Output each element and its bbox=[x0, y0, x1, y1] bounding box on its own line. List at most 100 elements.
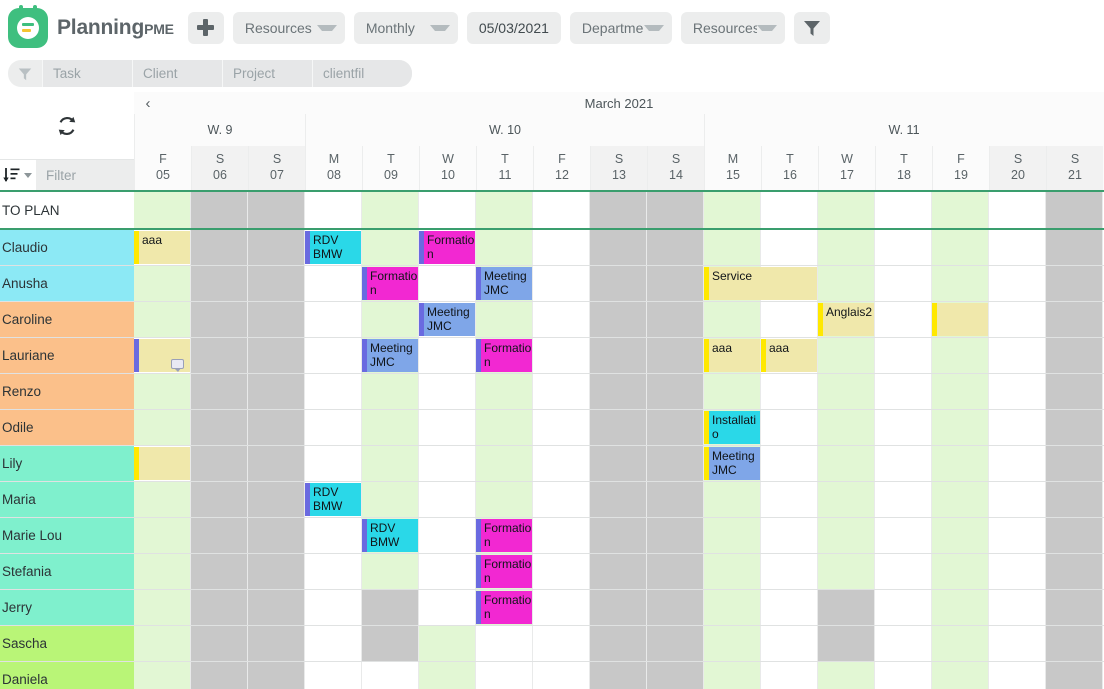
prev-period-button[interactable]: ‹ bbox=[134, 92, 162, 114]
event-block[interactable]: Installatio bbox=[704, 411, 760, 444]
filter-field-project[interactable]: Project bbox=[222, 60, 312, 87]
day-header-21[interactable]: S 21 bbox=[1046, 146, 1103, 190]
schedule-cell[interactable] bbox=[476, 626, 533, 661]
schedule-cell[interactable] bbox=[989, 266, 1046, 301]
schedule-cell[interactable] bbox=[419, 374, 476, 409]
schedule-cell[interactable] bbox=[134, 410, 191, 445]
schedule-cell[interactable] bbox=[647, 554, 704, 589]
resource-row-to-plan[interactable]: TO PLAN bbox=[0, 192, 134, 230]
resource-row-lily[interactable]: Lily bbox=[0, 446, 134, 482]
schedule-cell[interactable] bbox=[134, 302, 191, 337]
schedule-cell[interactable] bbox=[191, 302, 248, 337]
schedule-cell[interactable] bbox=[248, 482, 305, 517]
event-block[interactable]: Anglais2 bbox=[818, 303, 874, 336]
schedule-cell[interactable] bbox=[419, 518, 476, 553]
resource-row-daniela[interactable]: Daniela bbox=[0, 662, 134, 689]
schedule-cell[interactable] bbox=[134, 374, 191, 409]
schedule-cell[interactable] bbox=[761, 590, 818, 625]
filter-field-task[interactable]: Task bbox=[42, 60, 132, 87]
schedule-cell[interactable] bbox=[875, 266, 932, 301]
resource-row-stefania[interactable]: Stefania bbox=[0, 554, 134, 590]
schedule-cell[interactable] bbox=[875, 410, 932, 445]
schedule-cell[interactable] bbox=[419, 410, 476, 445]
schedule-cell[interactable] bbox=[362, 554, 419, 589]
schedule-cell[interactable] bbox=[647, 302, 704, 337]
schedule-cell[interactable] bbox=[761, 446, 818, 481]
schedule-cell[interactable] bbox=[305, 302, 362, 337]
schedule-cell[interactable] bbox=[191, 446, 248, 481]
schedule-cell[interactable] bbox=[191, 590, 248, 625]
filter-button[interactable] bbox=[793, 11, 830, 44]
schedule-cell[interactable] bbox=[647, 374, 704, 409]
schedule-cell[interactable] bbox=[704, 554, 761, 589]
schedule-cell[interactable] bbox=[419, 626, 476, 661]
schedule-cell[interactable] bbox=[590, 590, 647, 625]
schedule-cell[interactable] bbox=[248, 554, 305, 589]
schedule-cell[interactable] bbox=[362, 482, 419, 517]
filter-field-client[interactable]: Client bbox=[132, 60, 222, 87]
schedule-cell[interactable] bbox=[476, 374, 533, 409]
schedule-cell[interactable] bbox=[419, 554, 476, 589]
schedule-cell[interactable] bbox=[305, 662, 362, 689]
schedule-cell[interactable] bbox=[590, 626, 647, 661]
event-block[interactable]: aaa bbox=[761, 339, 817, 372]
schedule-cell[interactable] bbox=[419, 482, 476, 517]
event-block[interactable] bbox=[134, 339, 190, 372]
schedule-cell[interactable] bbox=[647, 518, 704, 553]
schedule-cell[interactable] bbox=[989, 192, 1046, 228]
schedule-cell[interactable] bbox=[1046, 590, 1103, 625]
schedule-cell[interactable] bbox=[875, 338, 932, 373]
schedule-cell[interactable] bbox=[590, 192, 647, 228]
schedule-cell[interactable] bbox=[818, 338, 875, 373]
schedule-cell[interactable] bbox=[647, 590, 704, 625]
day-header-19[interactable]: F 19 bbox=[932, 146, 989, 190]
schedule-cell[interactable] bbox=[590, 518, 647, 553]
refresh-button[interactable] bbox=[0, 92, 134, 160]
schedule-cell[interactable] bbox=[818, 230, 875, 265]
schedule-cell[interactable] bbox=[590, 374, 647, 409]
schedule-cell[interactable] bbox=[305, 374, 362, 409]
date-input[interactable]: 05/03/2021 bbox=[466, 11, 561, 44]
schedule-cell[interactable] bbox=[818, 192, 875, 228]
schedule-cell[interactable] bbox=[989, 338, 1046, 373]
event-block[interactable] bbox=[134, 447, 190, 480]
day-header-10[interactable]: W 10 bbox=[419, 146, 476, 190]
schedule-cell[interactable] bbox=[761, 518, 818, 553]
schedule-cell[interactable] bbox=[533, 192, 590, 228]
schedule-cell[interactable] bbox=[590, 662, 647, 689]
schedule-cell[interactable] bbox=[248, 446, 305, 481]
schedule-cell[interactable] bbox=[1046, 266, 1103, 301]
schedule-cell[interactable] bbox=[362, 302, 419, 337]
schedule-cell[interactable] bbox=[191, 482, 248, 517]
resource-row-marie-lou[interactable]: Marie Lou bbox=[0, 518, 134, 554]
schedule-cell[interactable] bbox=[305, 338, 362, 373]
schedule-cell[interactable] bbox=[818, 482, 875, 517]
schedule-cell[interactable] bbox=[761, 374, 818, 409]
schedule-cell[interactable] bbox=[932, 266, 989, 301]
schedule-cell[interactable] bbox=[1046, 518, 1103, 553]
schedule-cell[interactable] bbox=[533, 374, 590, 409]
schedule-cell[interactable] bbox=[248, 626, 305, 661]
schedule-cell[interactable] bbox=[362, 590, 419, 625]
schedule-cell[interactable] bbox=[647, 626, 704, 661]
schedule-cell[interactable] bbox=[818, 266, 875, 301]
schedule-cell[interactable] bbox=[932, 446, 989, 481]
schedule-cell[interactable] bbox=[647, 230, 704, 265]
schedule-cell[interactable] bbox=[305, 266, 362, 301]
schedule-cell[interactable] bbox=[533, 230, 590, 265]
schedule-cell[interactable] bbox=[932, 590, 989, 625]
resource-row-odile[interactable]: Odile bbox=[0, 410, 134, 446]
event-block[interactable]: RDV BMW bbox=[305, 483, 361, 516]
schedule-cell[interactable] bbox=[305, 410, 362, 445]
schedule-cell[interactable] bbox=[191, 266, 248, 301]
resource-row-lauriane[interactable]: Lauriane bbox=[0, 338, 134, 374]
schedule-cell[interactable] bbox=[476, 410, 533, 445]
schedule-cell[interactable] bbox=[191, 554, 248, 589]
schedule-cell[interactable] bbox=[932, 192, 989, 228]
schedule-cell[interactable] bbox=[647, 192, 704, 228]
resource-row-caroline[interactable]: Caroline bbox=[0, 302, 134, 338]
schedule-cell[interactable] bbox=[1046, 338, 1103, 373]
schedule-cell[interactable] bbox=[989, 446, 1046, 481]
event-block[interactable]: Service bbox=[704, 267, 817, 300]
schedule-cell[interactable] bbox=[362, 626, 419, 661]
